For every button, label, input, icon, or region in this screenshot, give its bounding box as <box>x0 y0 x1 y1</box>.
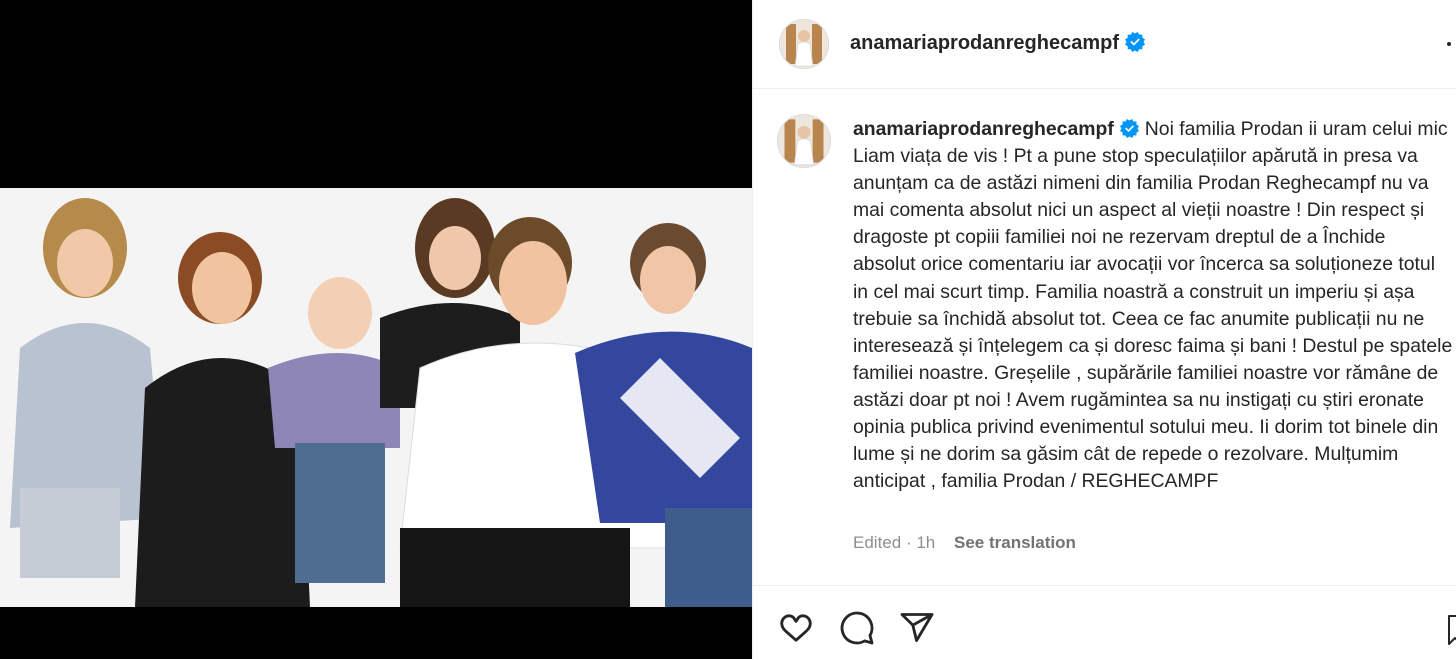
post-meta: Edited · 1h See translation <box>853 532 1076 554</box>
bookmark-icon <box>1448 615 1456 645</box>
save-button[interactable] <box>1447 610 1456 646</box>
comment-button[interactable] <box>839 610 875 646</box>
post-media[interactable] <box>0 0 752 659</box>
share-button[interactable] <box>899 610 935 646</box>
heart-icon <box>780 614 812 642</box>
verified-badge-icon <box>1124 32 1145 52</box>
post-time[interactable]: 1h <box>916 533 935 552</box>
post-photo <box>0 188 752 607</box>
caption-text: Noi familia Prodan ii uram celui mic Lia… <box>853 118 1453 493</box>
author-username-text[interactable]: anamariaprodanreghecampf <box>850 32 1119 54</box>
more-dots-icon[interactable] <box>1447 42 1451 46</box>
like-button[interactable] <box>778 610 814 646</box>
verified-badge-icon <box>1119 119 1139 138</box>
post-header: anamariaprodanreghecampf <box>753 0 1456 89</box>
edited-label: Edited <box>853 533 902 552</box>
share-icon <box>900 613 934 642</box>
avatar-image <box>780 20 828 68</box>
see-translation-link[interactable]: See translation <box>954 533 1076 552</box>
post-side-panel: anamariaprodanreghecampf anamariaprodanr… <box>752 0 1456 659</box>
caption-username[interactable]: anamariaprodanreghecampf <box>853 118 1114 140</box>
comment-icon <box>840 611 874 645</box>
caption-avatar[interactable] <box>777 114 831 168</box>
avatar-image <box>778 115 830 167</box>
meta-separator: · <box>905 533 912 552</box>
post-actions-bar <box>753 585 1456 660</box>
post-caption: anamariaprodanreghecampf Noi familia Prod… <box>853 116 1453 495</box>
author-avatar[interactable] <box>779 19 829 69</box>
author-username[interactable]: anamariaprodanreghecampf <box>850 31 1145 55</box>
